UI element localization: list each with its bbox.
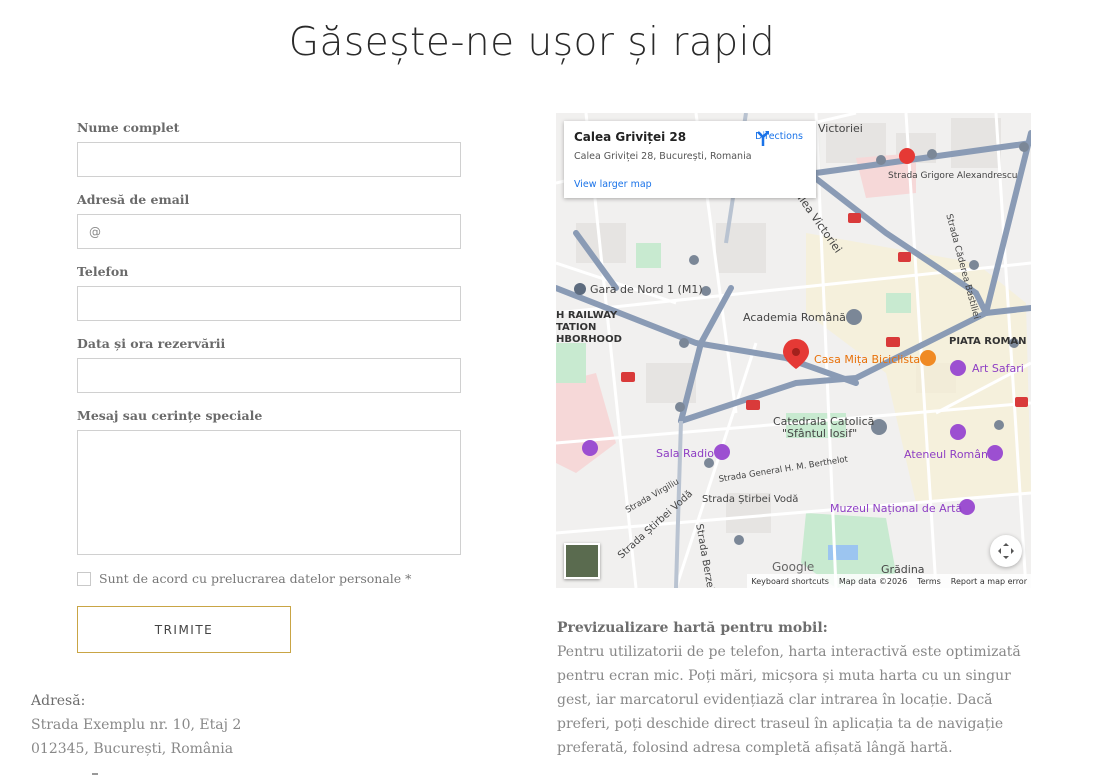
message-textarea[interactable] — [77, 430, 461, 555]
report-error-link[interactable]: Report a map error — [951, 577, 1027, 586]
address-block: Adresă: Strada Exemplu nr. 10, Etaj 2 01… — [31, 689, 241, 761]
map-label-ateneul: Ateneul Român — [904, 448, 988, 461]
fullscreen-button[interactable] — [990, 535, 1022, 567]
email-label: Adresă de email — [77, 192, 190, 207]
keyboard-shortcuts-link[interactable]: Keyboard shortcuts — [751, 577, 828, 586]
consent-row: Sunt de acord cu prelucrarea datelor per… — [77, 571, 411, 586]
map-label-sala-radio: Sala Radio — [656, 447, 714, 460]
phone-label: Telefon — [77, 264, 129, 279]
map-label-catedrala-2: "Sfântul Iosif" — [782, 427, 858, 440]
full-name-label: Nume complet — [77, 120, 180, 135]
address-line-2: 012345, București, România — [31, 741, 234, 757]
directions-button[interactable]: Directions — [754, 129, 804, 146]
directions-icon — [757, 131, 769, 146]
map-place-address: Calea Griviței 28, București, Romania — [574, 151, 752, 162]
phone-input[interactable] — [77, 286, 461, 321]
mobile-preview-text: Previzualizare hartă pentru mobil: Pentr… — [557, 616, 1032, 760]
reservation-datetime-label: Data și ora rezervării — [77, 336, 226, 351]
google-logo: Google — [772, 560, 815, 574]
divider — [92, 773, 98, 775]
page-title: Găsește-ne ușor și rapid — [288, 20, 776, 65]
map-label-stirbei: Strada Știrbei Vodă — [702, 494, 799, 505]
map-footer: Keyboard shortcuts Map data ©2026 Terms … — [747, 574, 1031, 588]
terms-link[interactable]: Terms — [917, 577, 941, 586]
consent-label: Sunt de acord cu prelucrarea datelor per… — [99, 571, 412, 586]
map-data-credit: Map data ©2026 — [838, 576, 908, 586]
map-label-victoriei: Victoriei — [818, 122, 863, 135]
view-larger-map-link[interactable]: View larger map — [574, 179, 652, 190]
map-label-railway-1: H RAILWAY — [556, 310, 618, 321]
map-label-grigore: Strada Grigore Alexandrescu — [888, 171, 1018, 181]
map-label-academia: Academia Română — [743, 311, 846, 324]
map-label-gara-de-nord: Gara de Nord 1 (M1) — [590, 283, 703, 296]
map-info-card: Calea Griviței 28 Calea Griviței 28, Buc… — [564, 121, 816, 198]
embedded-map[interactable]: Victoriei Strada Grigore Alexandrescu St… — [556, 113, 1031, 588]
map-label-railway-2: TATION — [556, 322, 597, 333]
full-name-input[interactable] — [77, 142, 461, 177]
contact-form: Nume complet Adresă de email Telefon Dat… — [77, 120, 461, 555]
submit-button[interactable]: TRIMITE — [77, 606, 291, 653]
map-label-art-safari: Art Safari — [972, 362, 1024, 375]
map-label-piata: PIATA ROMAN — [949, 336, 1027, 347]
consent-checkbox[interactable] — [77, 571, 91, 586]
map-place-name: Calea Griviței 28 — [574, 130, 687, 144]
preview-body: Pentru utilizatorii de pe telefon, harta… — [557, 644, 1021, 756]
map-label-railway-3: HBORHOOD — [556, 334, 622, 345]
fullscreen-icon — [998, 543, 1014, 559]
map-label-muzeul: Muzeul Național de Artă — [830, 502, 963, 515]
address-line-1: Strada Exemplu nr. 10, Etaj 2 — [31, 717, 242, 733]
map-label-casa-mita: Casa Mița Biciclista — [814, 353, 921, 366]
email-input[interactable] — [77, 214, 461, 249]
message-label: Mesaj sau cerințe speciale — [77, 408, 263, 423]
reservation-datetime-input[interactable] — [77, 358, 461, 393]
satellite-toggle[interactable] — [564, 543, 600, 579]
address-label: Adresă: — [31, 693, 86, 709]
preview-title: Previzualizare hartă pentru mobil: — [557, 620, 828, 636]
